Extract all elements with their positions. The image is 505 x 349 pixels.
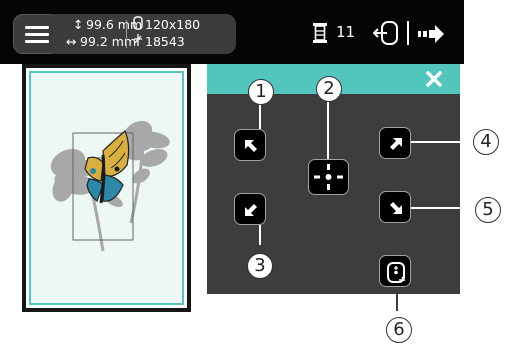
embroidery-design — [50, 120, 170, 252]
callout-2: 2 — [316, 76, 342, 102]
needle-count: 11 — [336, 23, 356, 41]
hoop-area — [29, 71, 184, 305]
vertical-arrows-icon: ↕ — [73, 17, 84, 32]
stitch-count: 18543 — [145, 34, 185, 49]
callout-line-1 — [259, 103, 261, 129]
callout-3: 3 — [247, 253, 273, 279]
move-down-right-button[interactable] — [379, 191, 411, 223]
move-up-left-button[interactable] — [234, 129, 266, 161]
crosshair-center-icon — [314, 164, 343, 190]
hoop-exit-icon[interactable] — [373, 21, 399, 45]
top-bar: ↕ 99.6 mm ↔ 99.2 mm 120x180 18543 11 — [0, 0, 464, 64]
arrow-down-right-icon — [390, 202, 402, 214]
callout-5: 5 — [475, 197, 501, 223]
design-width: 99.2 mm — [80, 34, 137, 49]
callout-line-6 — [396, 287, 398, 311]
move-up-right-button[interactable] — [379, 127, 411, 159]
callout-line-3 — [259, 225, 261, 245]
hoop-icon — [133, 16, 143, 34]
callout-line-2 — [327, 101, 329, 159]
callout-line-4 — [411, 141, 471, 143]
info-divider — [126, 20, 127, 48]
hamburger-menu-icon — [25, 26, 49, 29]
arrow-down-left-icon — [245, 204, 257, 216]
design-info-panel: ↕ 99.6 mm ↔ 99.2 mm 120x180 18543 — [53, 14, 236, 54]
hoop-size: 120x180 — [145, 17, 201, 32]
arrow-up-right-icon — [390, 138, 402, 150]
design-preview — [22, 64, 191, 312]
arrow-up-left-icon — [245, 140, 257, 152]
rotate-frame-icon — [387, 262, 406, 283]
close-icon[interactable] — [424, 69, 444, 89]
move-down-left-button[interactable] — [234, 193, 266, 225]
callout-6: 6 — [386, 317, 412, 343]
callout-4: 4 — [473, 129, 499, 155]
center-design-button[interactable] — [308, 159, 349, 195]
rotate-frame-button[interactable] — [379, 255, 411, 287]
callout-line-5 — [411, 207, 473, 209]
horizontal-arrows-icon: ↔ — [66, 34, 77, 49]
spool-icon — [313, 23, 327, 43]
next-arrow-icon[interactable] — [418, 25, 444, 43]
toolbar-divider — [407, 21, 409, 45]
stitch-icon — [133, 33, 143, 51]
callout-1: 1 — [248, 79, 274, 105]
